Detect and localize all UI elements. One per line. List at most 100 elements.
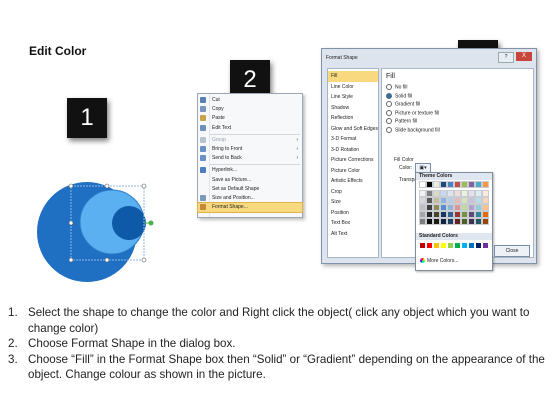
theme-color-swatch[interactable] [447, 211, 454, 218]
context-menu-item[interactable]: Group › [198, 136, 302, 145]
category-item[interactable]: Shadow [328, 103, 378, 114]
inner-circle[interactable] [112, 206, 146, 240]
context-menu-item[interactable]: Edit Text [198, 124, 302, 133]
theme-color-swatch[interactable] [447, 197, 454, 204]
close-button[interactable]: Close [494, 245, 530, 257]
theme-color-swatch[interactable] [447, 190, 454, 197]
theme-color-swatch[interactable] [433, 190, 440, 197]
standard-color-swatch[interactable] [448, 243, 453, 248]
context-menu-item[interactable]: Size and Position... [198, 194, 302, 203]
theme-color-swatch[interactable] [461, 190, 468, 197]
theme-color-swatch[interactable] [433, 181, 440, 188]
category-item[interactable]: Text Box [328, 218, 378, 229]
context-menu-item[interactable]: Save as Picture... [198, 176, 302, 185]
category-item[interactable]: Position [328, 208, 378, 219]
category-item[interactable]: Picture Corrections [328, 155, 378, 166]
theme-color-swatch[interactable] [482, 211, 489, 218]
theme-color-swatch[interactable] [475, 218, 482, 225]
standard-color-swatch[interactable] [462, 243, 467, 248]
theme-color-swatch[interactable] [426, 204, 433, 211]
category-item[interactable]: Picture Color [328, 166, 378, 177]
theme-color-swatch[interactable] [461, 218, 468, 225]
standard-color-swatch[interactable] [441, 243, 446, 248]
theme-color-swatch[interactable] [447, 204, 454, 211]
theme-color-swatch[interactable] [468, 204, 475, 211]
theme-color-swatch[interactable] [461, 211, 468, 218]
standard-color-swatch[interactable] [469, 243, 474, 248]
help-button[interactable]: ? [498, 52, 514, 63]
category-item[interactable]: Artistic Effects [328, 176, 378, 187]
theme-color-swatch[interactable] [440, 211, 447, 218]
theme-color-swatch[interactable] [426, 190, 433, 197]
theme-color-swatch[interactable] [468, 190, 475, 197]
theme-color-swatch[interactable] [482, 197, 489, 204]
theme-color-swatch[interactable] [419, 181, 426, 188]
theme-color-swatch[interactable] [433, 211, 440, 218]
theme-color-swatch[interactable] [440, 204, 447, 211]
theme-color-swatch[interactable] [447, 218, 454, 225]
theme-color-swatch[interactable] [440, 197, 447, 204]
fill-option-radio[interactable]: Pattern fill [386, 118, 417, 125]
fill-option-radio[interactable]: No fill [386, 84, 408, 91]
fill-option-radio[interactable]: Picture or texture fill [386, 109, 439, 117]
theme-color-swatch[interactable] [433, 218, 440, 225]
category-item[interactable]: Glow and Soft Edges [328, 124, 378, 135]
theme-color-swatch[interactable] [426, 218, 433, 225]
standard-color-swatch[interactable] [483, 243, 488, 248]
theme-color-swatch[interactable] [475, 204, 482, 211]
context-menu-item[interactable]: Format Shape... [197, 202, 303, 214]
theme-color-swatch[interactable] [475, 211, 482, 218]
selected-shape[interactable] [30, 180, 155, 285]
category-item[interactable]: 3-D Format [328, 134, 378, 145]
fill-option-radio[interactable]: Slide background fill [386, 126, 440, 134]
standard-color-swatch[interactable] [434, 243, 439, 248]
theme-color-swatch[interactable] [419, 218, 426, 225]
context-menu-item[interactable]: Bring to Front › [198, 145, 302, 154]
theme-color-swatch[interactable] [440, 218, 447, 225]
standard-color-swatch[interactable] [420, 243, 425, 248]
context-menu-item[interactable]: Send to Back › [198, 154, 302, 163]
category-item[interactable]: Alt Text [328, 229, 378, 240]
context-menu-item[interactable]: Cut [198, 96, 302, 105]
fill-option-radio[interactable]: Solid fill [386, 92, 412, 100]
context-menu-item[interactable]: Set as Default Shape [198, 185, 302, 194]
theme-color-swatch[interactable] [426, 197, 433, 204]
theme-color-swatch[interactable] [454, 181, 461, 188]
category-item[interactable]: Line Color [328, 82, 378, 93]
theme-color-swatch[interactable] [433, 204, 440, 211]
theme-color-swatch[interactable] [482, 181, 489, 188]
rotation-handle[interactable] [148, 220, 154, 226]
theme-color-swatch[interactable] [475, 190, 482, 197]
context-menu-item[interactable]: Hyperlink... [198, 166, 302, 175]
close-icon[interactable]: X [516, 52, 532, 61]
standard-color-swatch[interactable] [427, 243, 432, 248]
theme-color-swatch[interactable] [440, 181, 447, 188]
theme-color-swatch[interactable] [461, 181, 468, 188]
context-menu-item[interactable]: Copy [198, 105, 302, 114]
theme-color-swatch[interactable] [468, 218, 475, 225]
theme-color-swatch[interactable] [426, 211, 433, 218]
theme-color-swatch[interactable] [461, 197, 468, 204]
context-menu-item[interactable]: Paste [198, 114, 302, 123]
theme-color-swatch[interactable] [475, 181, 482, 188]
theme-color-swatch[interactable] [468, 181, 475, 188]
theme-color-swatch[interactable] [454, 204, 461, 211]
category-item[interactable]: 3-D Rotation [328, 145, 378, 156]
theme-color-swatch[interactable] [482, 218, 489, 225]
more-colors-option[interactable]: More Colors... [420, 258, 458, 264]
theme-color-swatch[interactable] [447, 181, 454, 188]
theme-color-swatch[interactable] [468, 211, 475, 218]
category-item[interactable]: Line Style [328, 92, 378, 103]
theme-color-swatch[interactable] [426, 181, 433, 188]
category-item[interactable]: Crop [328, 187, 378, 198]
category-item[interactable]: Fill [328, 71, 378, 82]
theme-color-swatch[interactable] [419, 197, 426, 204]
theme-color-swatch[interactable] [454, 197, 461, 204]
standard-color-swatch[interactable] [476, 243, 481, 248]
standard-color-swatch[interactable] [455, 243, 460, 248]
theme-color-swatch[interactable] [419, 204, 426, 211]
theme-color-swatch[interactable] [440, 190, 447, 197]
theme-color-swatch[interactable] [482, 204, 489, 211]
theme-color-swatch[interactable] [482, 190, 489, 197]
theme-color-swatch[interactable] [461, 204, 468, 211]
